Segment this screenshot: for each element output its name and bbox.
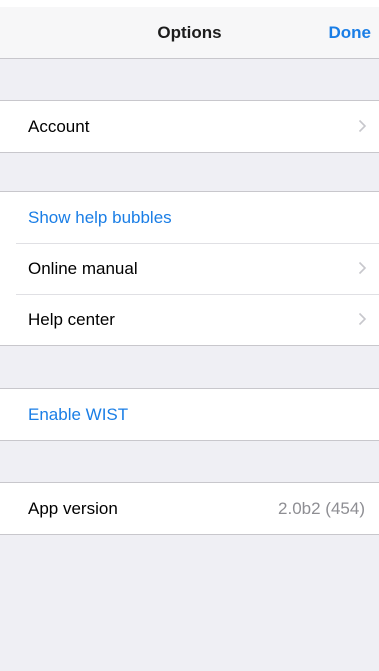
account-label: Account [28, 117, 90, 136]
show-help-bubbles-row[interactable]: Show help bubbles [0, 192, 379, 243]
show-help-bubbles-label: Show help bubbles [28, 208, 172, 227]
account-group: Account [0, 100, 379, 153]
chevron-right-icon [358, 261, 367, 275]
about-group: App version 2.0b2 (454) [0, 482, 379, 535]
help-group: Show help bubbles Online manual Help cen… [0, 191, 379, 346]
online-manual-label: Online manual [28, 259, 138, 278]
chevron-right-icon [358, 312, 367, 326]
wist-group: Enable WIST [0, 388, 379, 441]
page-title: Options [157, 23, 222, 42]
status-bar-clip [0, 0, 379, 7]
app-version-row: App version 2.0b2 (454) [0, 483, 379, 534]
chevron-right-icon [358, 119, 367, 133]
app-version-label: App version [28, 499, 118, 518]
help-center-row[interactable]: Help center [0, 294, 379, 345]
enable-wist-label: Enable WIST [28, 405, 129, 424]
navigation-bar: Options Done [0, 7, 379, 59]
enable-wist-row[interactable]: Enable WIST [0, 389, 379, 440]
account-row[interactable]: Account [0, 101, 379, 152]
app-version-value: 2.0b2 (454) [278, 499, 365, 518]
done-button[interactable]: Done [329, 23, 372, 43]
help-center-label: Help center [28, 310, 115, 329]
online-manual-row[interactable]: Online manual [0, 243, 379, 294]
